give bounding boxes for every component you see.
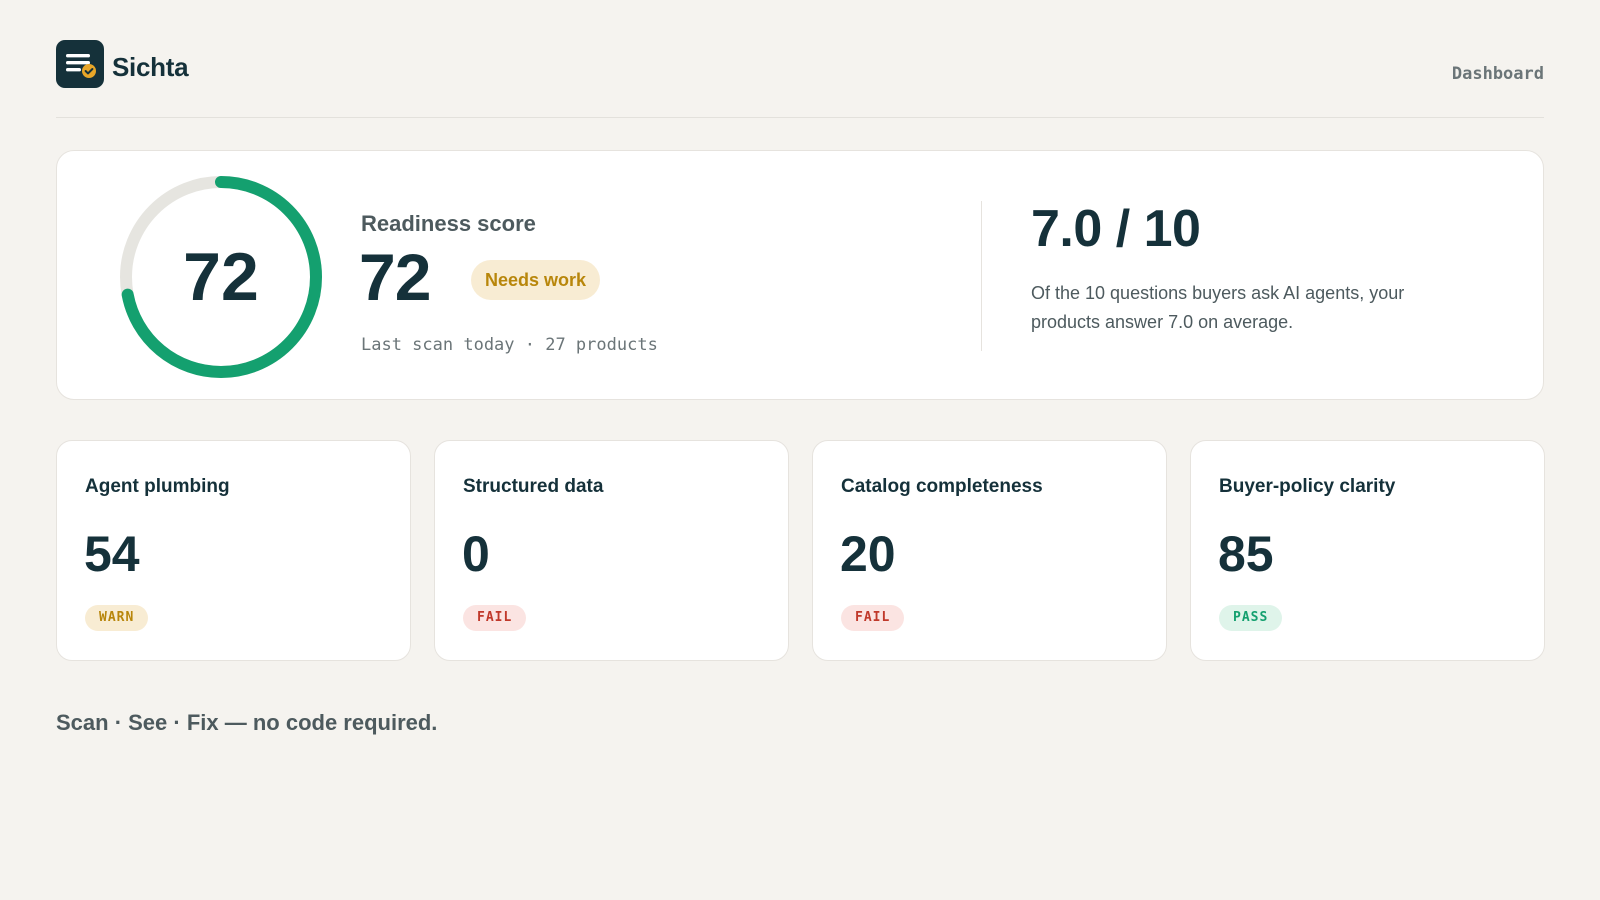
brand-name[interactable]: Sichta — [112, 52, 189, 83]
status-badge: WARN — [85, 605, 149, 631]
last-scan-meta: Last scan today · 27 products — [361, 335, 658, 355]
checklist-check-icon[interactable] — [56, 40, 104, 88]
questions-answered-score: 7.0 / 10 — [1031, 200, 1201, 258]
questions-answered-description: Of the 10 questions buyers ask AI agents… — [1031, 283, 1405, 332]
status-badge: PASS — [1219, 605, 1283, 631]
category-title: Agent plumbing — [85, 476, 230, 497]
category-score: 85 — [1218, 526, 1274, 582]
readiness-summary-card: 72 Readiness score 72 Needs work Last sc… — [56, 150, 1544, 400]
category-title: Buyer-policy clarity — [1219, 476, 1396, 497]
category-card-buyer-policy-clarity[interactable]: Buyer-policy clarity 85 PASS — [1190, 440, 1545, 661]
status-badge: FAIL — [841, 605, 905, 631]
tagline: Scan · See · Fix — no code required. — [56, 710, 438, 735]
category-card-catalog-completeness[interactable]: Catalog completeness 20 FAIL — [812, 440, 1167, 661]
category-title: Structured data — [463, 476, 604, 497]
readiness-ring-value: 72 — [183, 239, 259, 315]
readiness-status-badge: Needs work — [471, 260, 601, 300]
category-score: 20 — [840, 526, 896, 582]
category-card-structured-data[interactable]: Structured data 0 FAIL — [434, 440, 789, 661]
app-header: Sichta Dashboard — [56, 40, 1544, 118]
readiness-score-value: 72 — [359, 240, 431, 314]
readiness-score-label: Readiness score — [361, 211, 536, 236]
category-title: Catalog completeness — [841, 476, 1043, 497]
category-score: 0 — [462, 526, 490, 582]
summary-divider — [981, 201, 982, 351]
nav-dashboard-link[interactable]: Dashboard — [1452, 64, 1544, 84]
category-score: 54 — [84, 526, 140, 582]
status-badge: FAIL — [463, 605, 527, 631]
category-card-agent-plumbing[interactable]: Agent plumbing 54 WARN — [56, 440, 411, 661]
